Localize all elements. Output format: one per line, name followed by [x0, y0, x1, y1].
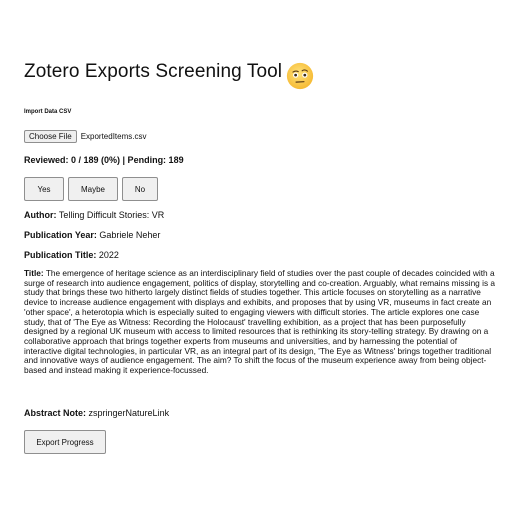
publication-title-value: 2022: [98, 250, 119, 260]
no-button[interactable]: No: [122, 177, 158, 201]
publication-year-label: Publication Year:: [24, 230, 97, 240]
author-value: Telling Difficult Stories: VR: [58, 210, 165, 220]
publication-year-field: Publication Year: Gabriele Neher: [24, 230, 160, 240]
title-label: Title:: [24, 268, 44, 278]
title-field: Title: The emergence of heritage science…: [24, 268, 496, 376]
publication-title-label: Publication Title:: [24, 250, 97, 260]
publication-year-value: Gabriele Neher: [99, 230, 161, 240]
import-data-label: Import Data CSV: [24, 109, 72, 115]
choose-file-button[interactable]: Choose File: [24, 130, 77, 143]
title-row: Zotero Exports Screening Tool: [24, 58, 314, 90]
export-progress-button[interactable]: Export Progress: [24, 430, 106, 454]
review-status: Reviewed: 0 / 189 (0%) | Pending: 189: [24, 155, 184, 165]
publication-title-field: Publication Title: 2022: [24, 250, 119, 260]
yes-button[interactable]: Yes: [24, 177, 64, 201]
abstract-note-value: zspringerNatureLink: [88, 408, 170, 418]
abstract-note-field: Abstract Note: zspringerNatureLink: [24, 408, 169, 418]
title-value: The emergence of heritage science as an …: [24, 268, 496, 376]
page-title: Zotero Exports Screening Tool: [24, 61, 283, 82]
face-with-raised-eyebrow-icon: [287, 62, 314, 90]
decision-buttons: Yes Maybe No: [24, 177, 158, 201]
file-input-row: Choose File ExportedItems.csv: [24, 130, 147, 143]
author-field: Author: Telling Difficult Stories: VR: [24, 210, 164, 220]
author-label: Author:: [24, 210, 57, 220]
maybe-button[interactable]: Maybe: [68, 177, 118, 201]
selected-file-name: ExportedItems.csv: [80, 132, 147, 141]
abstract-note-label: Abstract Note:: [24, 408, 87, 418]
